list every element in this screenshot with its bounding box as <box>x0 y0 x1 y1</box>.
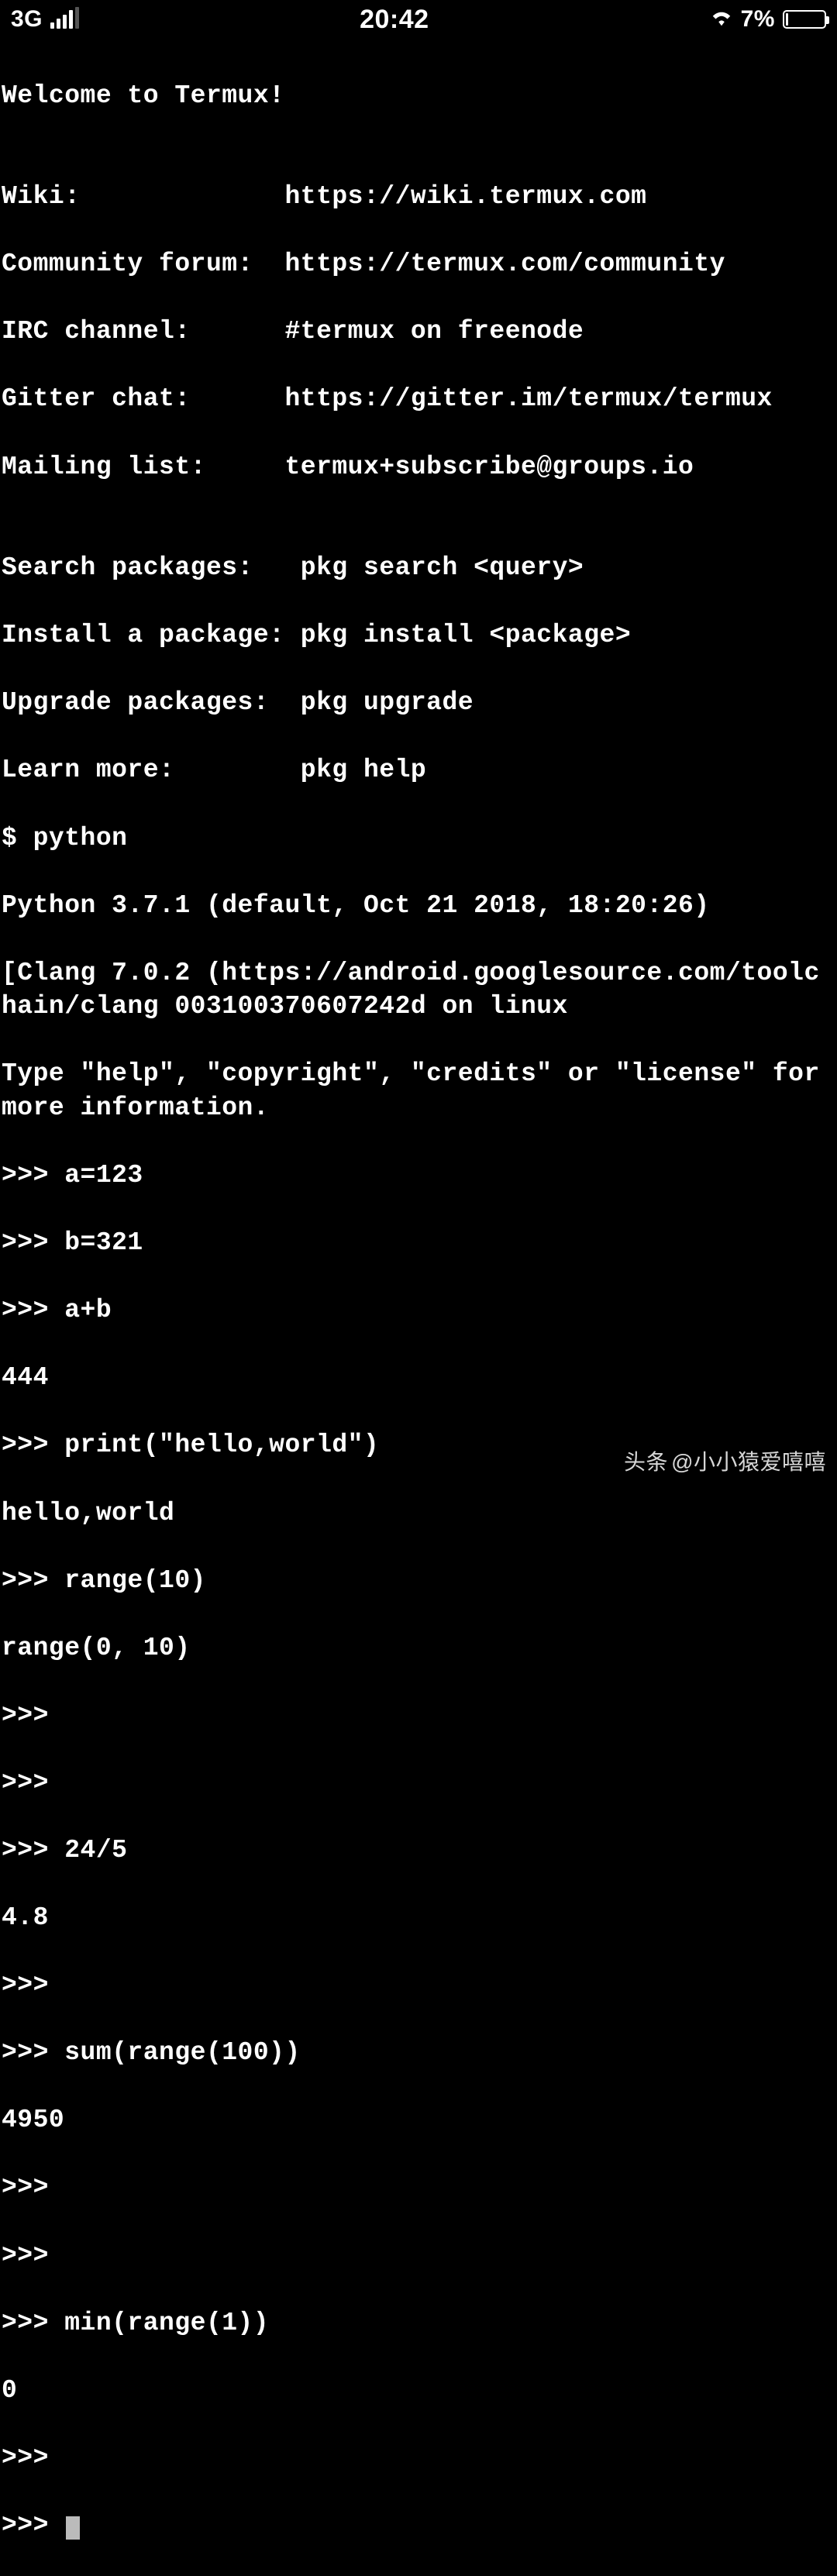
terminal-line: Python 3.7.1 (default, Oct 21 2018, 18:2… <box>2 889 835 923</box>
terminal-line: 4950 <box>2 2103 835 2137</box>
terminal-line: [Clang 7.0.2 (https://android.googlesour… <box>2 956 835 1024</box>
terminal-line: >>> range(10) <box>2 1564 835 1598</box>
terminal-line: Mailing list: termux+subscribe@groups.io <box>2 450 835 484</box>
terminal-line: Upgrade packages: pkg upgrade <box>2 686 835 720</box>
terminal-line: IRC channel: #termux on freenode <box>2 315 835 349</box>
terminal-line: >>> <box>2 2441 835 2475</box>
terminal-line: >>> <box>2 2239 835 2273</box>
battery-icon <box>783 10 826 29</box>
battery-pct: 7% <box>741 4 775 35</box>
terminal-line: hello,world <box>2 1496 835 1531</box>
clock: 20:42 <box>360 2 429 37</box>
wifi-icon <box>710 4 733 35</box>
terminal-line: 444 <box>2 1361 835 1395</box>
terminal-line: Wiki: https://wiki.termux.com <box>2 180 835 214</box>
terminal-line: 0 <box>2 2374 835 2408</box>
status-left: 3G <box>11 4 79 35</box>
terminal-line: >>> <box>2 1968 835 2003</box>
terminal-line: >>> a=123 <box>2 1159 835 1193</box>
terminal-line: Welcome to Termux! <box>2 79 835 113</box>
terminal-line: >>> <box>2 1766 835 1800</box>
prompt-text: >>> <box>2 2511 64 2540</box>
terminal-line: >>> sum(range(100)) <box>2 2036 835 2070</box>
watermark-author: @小小猿爱嘻嘻 <box>671 1448 826 1477</box>
terminal-line: Search packages: pkg search <query> <box>2 551 835 585</box>
signal-icon <box>50 10 79 29</box>
terminal-line: range(0, 10) <box>2 1631 835 1665</box>
watermark: 头条 @小小猿爱嘻嘻 <box>624 1448 826 1477</box>
status-right: 7% <box>710 4 826 35</box>
terminal-line: >>> min(range(1)) <box>2 2306 835 2340</box>
terminal-line: >>> 24/5 <box>2 1834 835 1868</box>
cursor-icon <box>66 2516 80 2540</box>
network-label: 3G <box>11 4 43 35</box>
status-bar: 3G 20:42 7% <box>0 0 837 39</box>
terminal-line: >>> a+b <box>2 1293 835 1328</box>
terminal-line: Gitter chat: https://gitter.im/termux/te… <box>2 382 835 416</box>
terminal-line: >>> <box>2 1699 835 1733</box>
terminal-line: Learn more: pkg help <box>2 753 835 787</box>
terminal-line: Install a package: pkg install <package> <box>2 618 835 653</box>
terminal-line: Community forum: https://termux.com/comm… <box>2 247 835 281</box>
terminal-prompt-line[interactable]: >>> <box>2 2509 835 2543</box>
watermark-brand: 头条 <box>624 1448 668 1477</box>
terminal-line: >>> b=321 <box>2 1226 835 1260</box>
terminal[interactable]: Welcome to Termux! Wiki: https://wiki.te… <box>0 39 837 2576</box>
terminal-line: >>> <box>2 2171 835 2205</box>
terminal-line: Type "help", "copyright", "credits" or "… <box>2 1057 835 1124</box>
terminal-line: 4.8 <box>2 1901 835 1935</box>
terminal-line: $ python <box>2 821 835 856</box>
